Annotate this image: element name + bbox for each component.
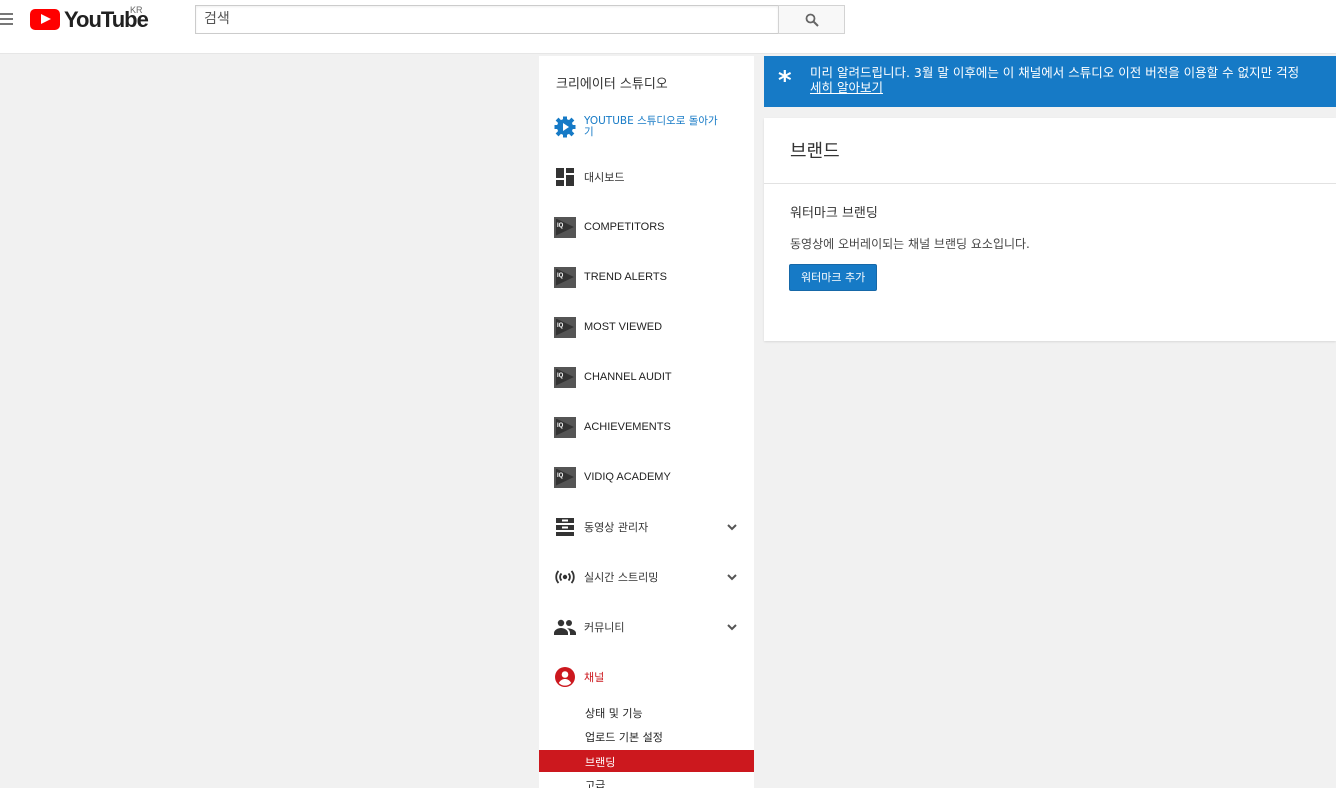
search-input[interactable]: 검색 <box>195 5 779 34</box>
vidiq-icon: IQ <box>554 416 576 438</box>
sub-item-label: 브랜딩 <box>585 756 616 769</box>
page-title: 브랜드 <box>790 141 840 162</box>
sidebar-item-label: CHANNEL AUDIT <box>584 371 672 383</box>
sidebar-item-most-viewed[interactable]: IQ MOST VIEWED <box>539 309 754 345</box>
sidebar-item-label: ACHIEVEMENTS <box>584 421 671 433</box>
sidebar-item-label: TREND ALERTS <box>584 271 667 283</box>
sidebar-title: 크리에이터 스튜디오 <box>556 77 668 92</box>
sidebar-item-live-streaming[interactable]: 실시간 스트리밍 <box>539 559 754 595</box>
sub-item-label: 고급 <box>585 779 606 788</box>
sidebar-item-label: 실시간 스트리밍 <box>584 571 659 584</box>
channel-sub-status[interactable]: 상태 및 기능 <box>539 701 754 723</box>
section-description: 동영상에 오버레이되는 채널 브랜딩 요소입니다. <box>790 237 1030 251</box>
video-manager-icon <box>554 516 576 538</box>
youtube-play-icon <box>30 9 60 30</box>
branding-card: 브랜드 워터마크 브랜딩 동영상에 오버레이되는 채널 브랜딩 요소입니다. 워… <box>764 118 1336 341</box>
gear-play-icon <box>554 116 576 138</box>
channel-sub-upload-defaults[interactable]: 업로드 기본 설정 <box>539 725 754 747</box>
vidiq-icon: IQ <box>554 366 576 388</box>
sub-item-label: 업로드 기본 설정 <box>585 731 663 744</box>
notice-banner: * 미리 알려드립니다. 3월 말 이후에는 이 채널에서 스튜디오 이전 버전… <box>764 56 1336 107</box>
add-watermark-button[interactable]: 워터마크 추가 <box>789 264 878 291</box>
sidebar-item-video-manager[interactable]: 동영상 관리자 <box>539 509 754 545</box>
dashboard-icon <box>554 166 576 188</box>
sidebar-item-label: VIDIQ ACADEMY <box>584 471 671 483</box>
sidebar-item-dashboard[interactable]: 대시보드 <box>539 159 754 195</box>
vidiq-icon: IQ <box>554 266 576 288</box>
sidebar-item-vidiq-academy[interactable]: IQ VIDIQ ACADEMY <box>539 459 754 495</box>
sidebar-item-channel-audit[interactable]: IQ CHANNEL AUDIT <box>539 359 754 395</box>
sidebar-item-channel[interactable]: 채널 <box>539 659 754 695</box>
menu-icon[interactable] <box>0 13 14 27</box>
notice-text: 미리 알려드립니다. 3월 말 이후에는 이 채널에서 스튜디오 이전 버전을 … <box>810 65 1300 80</box>
sidebar-item-community[interactable]: 커뮤니티 <box>539 609 754 645</box>
sidebar-item-label: 커뮤니티 <box>584 621 625 634</box>
sidebar-item-label: 동영상 관리자 <box>584 521 649 534</box>
chevron-down-icon[interactable] <box>726 521 738 533</box>
sidebar-item-label: COMPETITORS <box>584 221 665 233</box>
studio-sidebar: 크리에이터 스튜디오 YOUTUBE 스튜디오로 돌아가기 대시보드 IQ CO… <box>539 56 754 788</box>
channel-sub-branding[interactable]: 브랜딩 <box>539 750 754 772</box>
sidebar-item-trend-alerts[interactable]: IQ TREND ALERTS <box>539 259 754 295</box>
sub-item-label: 상태 및 기능 <box>585 707 643 720</box>
live-icon <box>554 566 576 588</box>
channel-sub-advanced[interactable]: 고급 <box>539 773 754 788</box>
sidebar-item-label: 대시보드 <box>584 171 625 184</box>
chevron-down-icon[interactable] <box>726 621 738 633</box>
sidebar-item-label: MOST VIEWED <box>584 321 663 333</box>
channel-icon <box>554 666 576 688</box>
search-button[interactable] <box>778 5 845 34</box>
vidiq-icon: IQ <box>554 466 576 488</box>
chevron-down-icon[interactable] <box>726 571 738 583</box>
section-title: 워터마크 브랜딩 <box>790 206 878 221</box>
sidebar-item-back-to-studio[interactable]: YOUTUBE 스튜디오로 돌아가기 <box>539 109 754 145</box>
asterisk-icon: * <box>778 66 792 96</box>
community-icon <box>554 616 576 638</box>
country-code: KR <box>130 5 143 15</box>
search-icon <box>805 13 819 27</box>
sidebar-item-label: 채널 <box>584 671 605 684</box>
learn-more-link[interactable]: 세히 알아보기 <box>810 80 883 95</box>
divider <box>764 183 1336 184</box>
vidiq-icon: IQ <box>554 316 576 338</box>
sidebar-item-label: YOUTUBE 스튜디오로 돌아가기 <box>584 115 718 138</box>
sidebar-item-achievements[interactable]: IQ ACHIEVEMENTS <box>539 409 754 445</box>
vidiq-icon: IQ <box>554 216 576 238</box>
top-bar: YouTube KR 검색 <box>0 0 1336 54</box>
sidebar-item-competitors[interactable]: IQ COMPETITORS <box>539 209 754 245</box>
